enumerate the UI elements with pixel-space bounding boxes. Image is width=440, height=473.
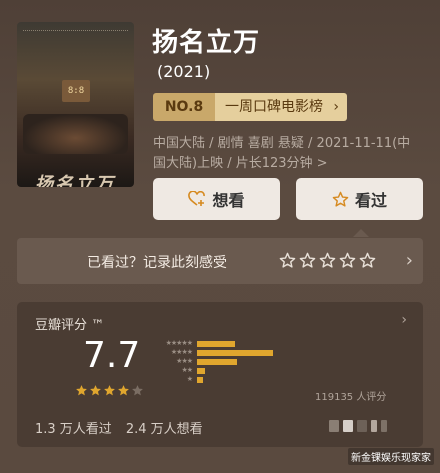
want-to-watch-button[interactable]: 想看 — [153, 178, 280, 220]
friend-avatars[interactable] — [329, 420, 387, 432]
rating-bar-stars: ★★★ — [176, 357, 193, 365]
poster-title: 扬名立万 — [35, 174, 115, 187]
rating-bar-row: ★★★★★ — [150, 339, 387, 348]
rating-bar-stars: ★★★★ — [170, 348, 193, 356]
avatar — [343, 420, 353, 432]
rate-stars[interactable] — [279, 252, 376, 273]
poster-clock: 8:8 — [62, 80, 90, 102]
rank-list-label: 一周口碑电影榜 — [225, 99, 323, 115]
star-outline-icon[interactable] — [359, 252, 376, 273]
chevron-right-icon: › — [405, 250, 413, 271]
star-outline-icon[interactable] — [299, 252, 316, 273]
want-label: 想看 — [212, 191, 245, 210]
rating-score: 7.7 — [83, 335, 141, 376]
watch-stats: 1.3 万人看过 2.4 万人想看 — [35, 418, 203, 437]
rank-badge[interactable]: NO.8 一周口碑电影榜 › — [153, 93, 347, 121]
popover-notch — [353, 229, 369, 237]
rating-bar-row: ★ — [150, 375, 387, 384]
star-outline-icon[interactable] — [319, 252, 336, 273]
poster-credits — [23, 30, 128, 37]
rating-bar-row: ★★★★ — [150, 348, 387, 357]
avatar — [371, 420, 377, 432]
movie-year: (2021) — [157, 62, 211, 81]
star-outline-icon[interactable] — [279, 252, 296, 273]
star-empty-icon — [131, 382, 144, 401]
avatar — [357, 420, 367, 432]
heart-plus-icon — [188, 191, 206, 207]
star-filled-icon — [117, 382, 130, 401]
avatar — [381, 420, 387, 432]
douban-rating-panel[interactable]: 豆瓣评分 ™ › 7.7 ★★★★★ ★★★★ ★★★ ★★ ★ 119135 人评分 … — [17, 302, 423, 447]
seen-label: 看过 — [354, 191, 387, 210]
avatar — [329, 420, 339, 432]
watched-count: 1.3 万人看过 — [35, 422, 112, 437]
rating-bar-fill — [197, 340, 235, 347]
movie-poster[interactable]: 8:8 扬名立万 — [17, 22, 134, 187]
chevron-right-icon: › — [401, 312, 407, 328]
rating-header: 豆瓣评分 ™ — [35, 318, 105, 333]
record-feeling-bar[interactable]: 已看过？记录此刻感受 › — [17, 238, 423, 284]
rank-list-link[interactable]: 一周口碑电影榜 › — [215, 93, 347, 121]
rating-bar-fill — [197, 349, 273, 356]
rating-bar-stars: ★★★★★ — [165, 339, 193, 347]
rating-stars — [75, 382, 144, 401]
rating-bar-stars: ★ — [186, 375, 193, 383]
rating-bar-row: ★★★ — [150, 357, 387, 366]
poster-cast-image — [23, 114, 128, 154]
star-filled-icon — [103, 382, 116, 401]
star-outline-icon[interactable] — [339, 252, 356, 273]
rating-bar-fill — [197, 376, 203, 383]
rank-number: NO.8 — [153, 93, 215, 121]
star-filled-icon — [75, 382, 88, 401]
watermark: 新金锞娱乐现家家 — [348, 448, 434, 465]
chevron-right-icon: › — [333, 99, 339, 115]
star-filled-icon — [89, 382, 102, 401]
rating-distribution: ★★★★★ ★★★★ ★★★ ★★ ★ — [150, 339, 387, 384]
record-prompt: 已看过？记录此刻感受 — [87, 255, 227, 271]
rating-bar-stars: ★★ — [181, 366, 193, 374]
star-outline-icon — [332, 191, 349, 208]
movie-title: 扬名立万 — [152, 28, 261, 58]
movie-meta[interactable]: 中国大陆 / 剧情 喜剧 悬疑 / 2021-11-11(中国大陆)上映 / 片… — [153, 134, 423, 174]
rating-bar-fill — [197, 358, 237, 365]
watched-button[interactable]: 看过 — [296, 178, 423, 220]
rating-bar-row: ★★ — [150, 366, 387, 375]
rating-bar-fill — [197, 367, 205, 374]
rating-count: 119135 人评分 — [315, 392, 387, 403]
want-count: 2.4 万人想看 — [125, 422, 203, 437]
